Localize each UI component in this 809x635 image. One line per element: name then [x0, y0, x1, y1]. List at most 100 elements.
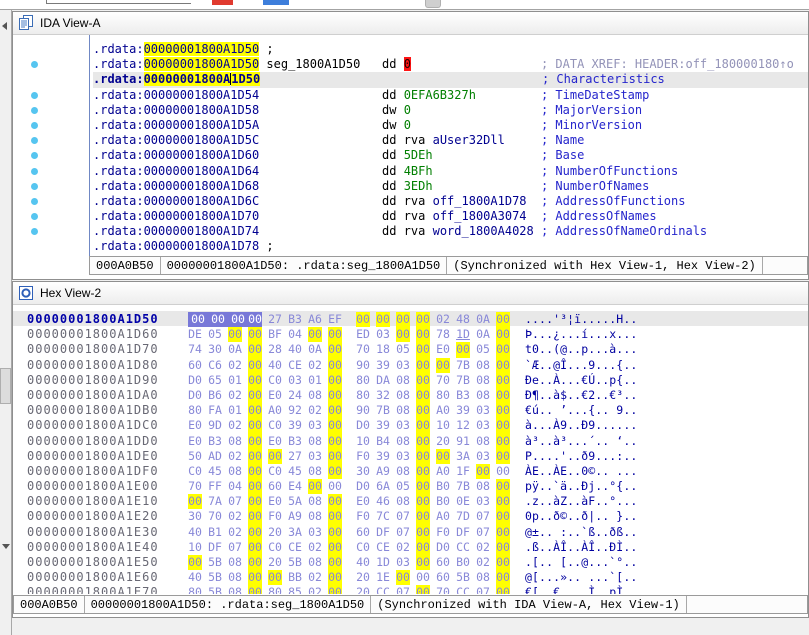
toolbar-blue-icon[interactable]	[263, 0, 289, 5]
hex-byte[interactable]: 00	[248, 388, 262, 403]
hex-byte[interactable]: 08	[308, 494, 322, 509]
hex-byte[interactable]: 00	[328, 373, 342, 388]
hex-byte[interactable]: 80	[188, 403, 202, 418]
hex-byte[interactable]: 00	[328, 464, 342, 479]
hex-byte[interactable]: 07	[476, 525, 490, 540]
hex-byte[interactable]: 7B	[456, 373, 470, 388]
hex-byte[interactable]: 00	[248, 418, 262, 433]
hex-byte[interactable]: 08	[308, 555, 322, 570]
hex-byte[interactable]: B1	[208, 525, 222, 540]
hex-byte[interactable]: D0	[188, 373, 202, 388]
hex-byte[interactable]: 00	[328, 342, 342, 357]
disassembly-listing[interactable]: .rdata:00000001800A1D50 ;.rdata:00000001…	[89, 35, 808, 256]
hex-byte[interactable]: 00	[496, 464, 510, 479]
hex-row[interactable]: 00000001800A1DE050AD020000270300F0390300…	[13, 448, 808, 463]
hex-byte[interactable]: 00	[328, 358, 342, 373]
hex-byte[interactable]: 7B	[456, 479, 470, 494]
hex-row[interactable]: 00000001800A1D500000000027B3A6EF00000000…	[13, 311, 808, 326]
hex-byte[interactable]: E4	[288, 479, 302, 494]
hex-byte[interactable]: DF	[376, 525, 390, 540]
hex-byte[interactable]: 28	[268, 342, 282, 357]
hex-byte[interactable]: CC	[456, 540, 470, 555]
hex-byte[interactable]: 08	[396, 494, 410, 509]
hex-byte[interactable]: 00	[416, 570, 430, 585]
hex-byte[interactable]: 0A	[476, 312, 490, 327]
hex-byte[interactable]: 01	[308, 373, 322, 388]
hex-byte[interactable]: 00	[416, 418, 430, 433]
hex-byte[interactable]: BF	[268, 327, 282, 342]
hex-byte[interactable]: 00	[416, 479, 430, 494]
hex-byte[interactable]: 70	[436, 373, 450, 388]
hex-row[interactable]: 00000001800A1D7074300A0028400A0070180500…	[13, 341, 808, 356]
hex-byte[interactable]: 0A	[228, 342, 242, 357]
hex-row-ascii[interactable]: @[...».. ...`[..	[525, 570, 637, 584]
hex-row[interactable]: 00000001800A1DC0E09D0200C0390300D0390300…	[13, 417, 808, 432]
hex-byte[interactable]: 00	[496, 509, 510, 524]
disasm-line[interactable]: .rdata:00000001800A1D54 dd 0EFA6B327h ; …	[93, 88, 808, 103]
hex-byte[interactable]: 80	[356, 388, 370, 403]
hex-byte[interactable]: 02	[228, 388, 242, 403]
hex-byte[interactable]: 80	[188, 585, 202, 594]
hex-byte[interactable]: F0	[356, 449, 370, 464]
hex-row-ascii[interactable]: @±.. :..`ß..ðß..	[525, 525, 637, 539]
hex-byte[interactable]: 03	[308, 418, 322, 433]
hex-byte[interactable]: 30	[188, 509, 202, 524]
hex-byte[interactable]: EF	[328, 312, 342, 327]
hex-byte[interactable]: 00	[496, 494, 510, 509]
hex-row-ascii[interactable]: P....'..ð9...:..	[525, 449, 637, 463]
hex-byte[interactable]: 3A	[288, 525, 302, 540]
hex-byte[interactable]: 27	[268, 312, 282, 327]
hex-byte[interactable]: 00	[416, 464, 430, 479]
hex-byte[interactable]: 00	[396, 327, 410, 342]
hex-byte[interactable]: C0	[268, 540, 282, 555]
hex-byte[interactable]: 20	[356, 585, 370, 594]
hex-byte[interactable]: 07	[476, 509, 490, 524]
hex-byte[interactable]: 00	[248, 373, 262, 388]
hex-byte[interactable]: E0	[188, 418, 202, 433]
hex-row-ascii[interactable]: .[.. [..@...`°..	[525, 555, 637, 569]
hex-byte[interactable]: C6	[208, 358, 222, 373]
hex-row[interactable]: 00000001800A1E3040B10200203A030060DF0700…	[13, 524, 808, 539]
hex-byte[interactable]: 08	[228, 464, 242, 479]
hex-byte[interactable]: D0	[356, 418, 370, 433]
hex-byte[interactable]: 03	[476, 403, 490, 418]
hex-byte[interactable]: 08	[476, 373, 490, 388]
hex-row-ascii[interactable]: à³..à³...´.. ‘..	[525, 434, 637, 448]
hex-byte[interactable]: 00	[248, 464, 262, 479]
hex-byte[interactable]: A9	[376, 464, 390, 479]
hex-byte[interactable]: 00	[328, 434, 342, 449]
hex-byte[interactable]: 00	[456, 342, 470, 357]
hex-byte[interactable]: 00	[268, 449, 282, 464]
hex-byte[interactable]: 02	[476, 555, 490, 570]
hex-row[interactable]: 00000001800A1D60DE050000BF040000ED030000…	[13, 326, 808, 341]
hex-byte[interactable]: 70	[208, 509, 222, 524]
disasm-line[interactable]: .rdata:00000001800A1D58 dw 0 ; MajorVers…	[93, 103, 808, 118]
hex-row[interactable]: 00000001800A1E70805B08008085020020CC0700…	[13, 584, 808, 594]
hex-byte[interactable]: 03	[308, 449, 322, 464]
hex-byte[interactable]: 00	[416, 525, 430, 540]
hex-row[interactable]: 00000001800A1D8060C6020040CE020090390300…	[13, 357, 808, 372]
hex-byte[interactable]: CE	[288, 358, 302, 373]
hex-byte[interactable]: 07	[396, 585, 410, 594]
hex-byte[interactable]: CC	[376, 585, 390, 594]
hex-byte[interactable]: 07	[476, 585, 490, 594]
hex-byte[interactable]: 00	[328, 525, 342, 540]
hex-row-ascii[interactable]: à...À9..Ð9......	[525, 418, 637, 432]
hex-byte[interactable]: D0	[356, 479, 370, 494]
hex-byte[interactable]: E0	[356, 494, 370, 509]
hex-byte[interactable]: 18	[376, 342, 390, 357]
hex-byte[interactable]: 00	[496, 312, 510, 327]
hex-row-ascii[interactable]: t0..(@..p...à...	[525, 342, 637, 356]
hex-byte[interactable]: 50	[188, 449, 202, 464]
hex-byte[interactable]: 7D	[456, 509, 470, 524]
hex-byte[interactable]: 00	[328, 494, 342, 509]
hex-byte[interactable]: 5A	[288, 494, 302, 509]
hex-byte[interactable]: E0	[436, 342, 450, 357]
hex-byte[interactable]: 00	[328, 403, 342, 418]
hex-byte[interactable]: 03	[396, 358, 410, 373]
hex-byte[interactable]: 00	[496, 540, 510, 555]
hex-byte[interactable]: 03	[476, 494, 490, 509]
hex-byte[interactable]: 00	[328, 570, 342, 585]
hex-byte[interactable]: 40	[268, 358, 282, 373]
hex-byte[interactable]: F0	[436, 525, 450, 540]
